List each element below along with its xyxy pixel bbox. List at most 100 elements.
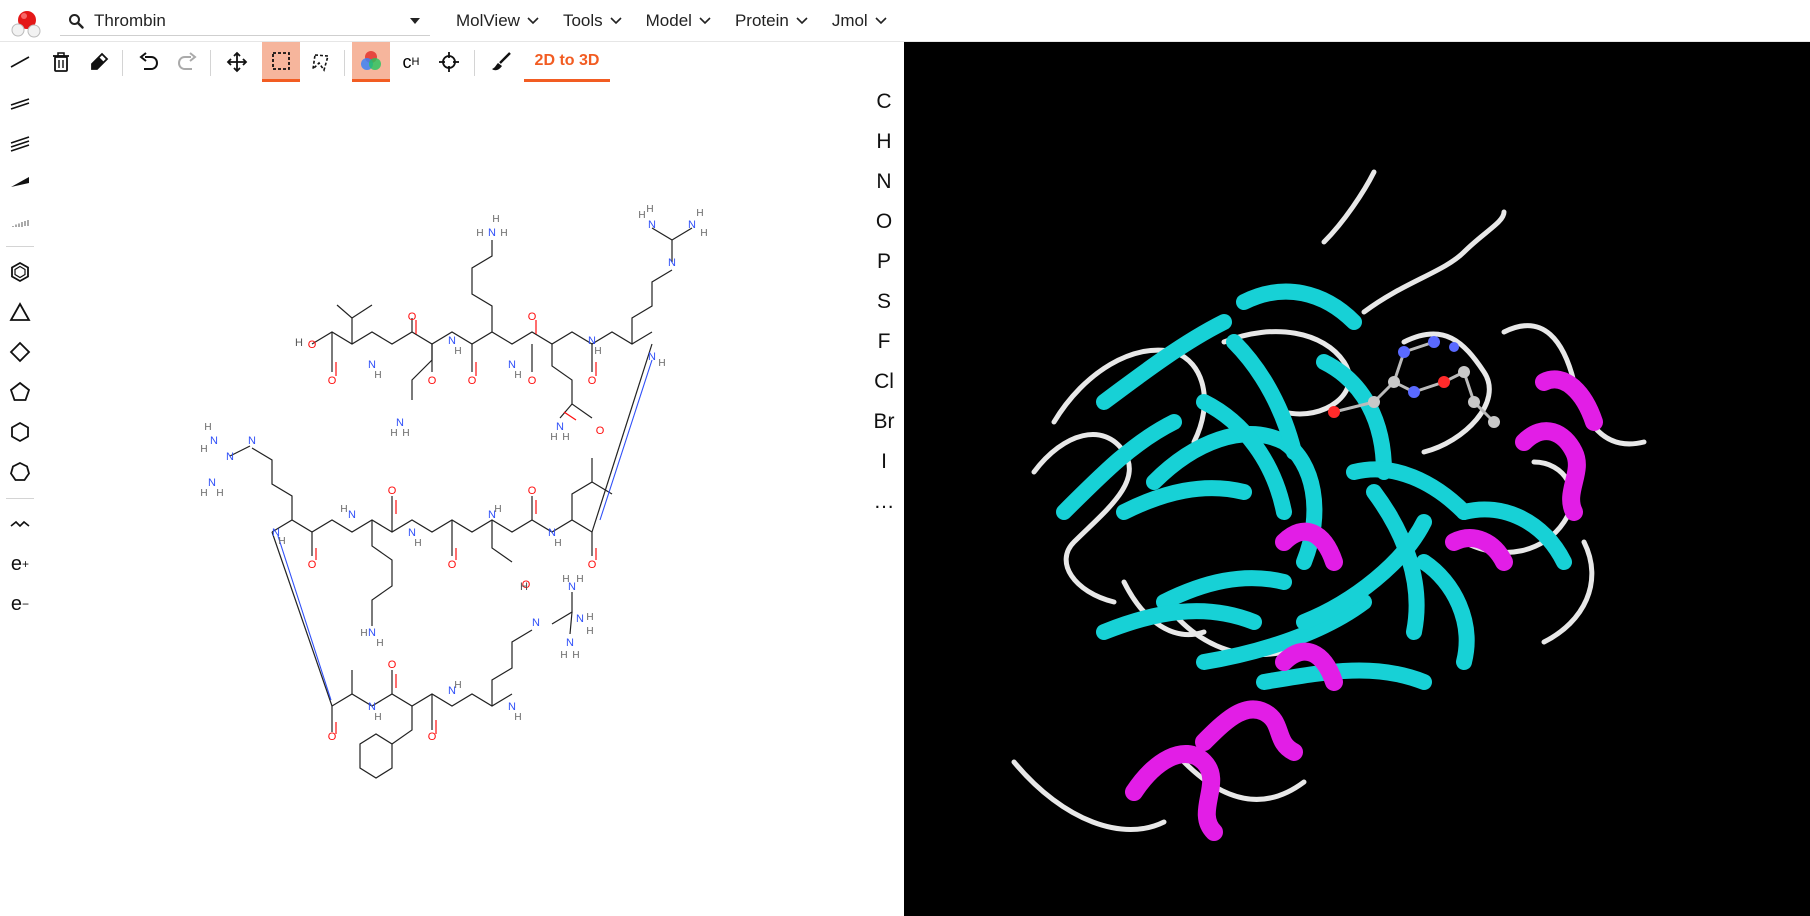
svg-text:N: N [348,509,356,521]
svg-text:N: N [210,435,218,447]
toolbar-divider [210,50,211,76]
sketcher-toolbar: cH 2D to 3D [42,42,902,84]
svg-text:N: N [648,219,656,231]
redo-icon[interactable] [168,42,206,82]
svg-text:H: H [454,680,461,691]
element-more[interactable]: … [866,484,902,520]
svg-text:H: H [646,204,653,215]
svg-text:H: H [594,346,601,357]
element-p[interactable]: P [866,244,902,280]
color-mode-icon[interactable] [352,42,390,82]
svg-text:N: N [566,637,574,649]
element-o[interactable]: O [866,204,902,240]
svg-text:O: O [528,375,537,387]
menu-label: MolView [456,11,520,30]
svg-text:H: H [494,504,501,515]
svg-text:H: H [658,358,665,369]
svg-text:H: H [500,228,507,239]
sketch-canvas[interactable]: OOOOOOOOOOOOOOOOOO HH NNNNNNNNNNNNNNNNNN… [0,84,866,916]
svg-text:N: N [226,451,234,463]
svg-text:N: N [576,613,584,625]
svg-text:O: O [588,375,597,387]
chevron-down-icon [527,17,539,25]
svg-text:N: N [668,257,676,269]
svg-text:H: H [576,574,583,585]
svg-text:H: H [700,228,707,239]
element-i[interactable]: I [866,444,902,480]
svg-text:H: H [550,432,557,443]
toolbar-divider [344,50,345,76]
element-h[interactable]: H [866,124,902,160]
svg-text:H: H [562,432,569,443]
hydrogen-icon[interactable]: cH [392,42,430,82]
svg-text:H: H [492,214,499,225]
convert-2d-to-3d-button[interactable]: 2D to 3D [524,42,610,82]
svg-text:H: H [454,346,461,357]
element-s[interactable]: S [866,284,902,320]
svg-text:H: H [390,428,397,439]
svg-text:H: H [414,538,421,549]
move-icon[interactable] [218,42,256,82]
svg-text:H: H [216,488,223,499]
svg-text:H: H [586,612,593,623]
svg-text:H: H [554,538,561,549]
element-n[interactable]: N [866,164,902,200]
svg-text:N: N [248,435,256,447]
molecule-logo-icon[interactable] [8,6,42,38]
menu-label: Protein [734,11,789,30]
toolbar-divider [122,50,123,76]
svg-text:O: O [528,311,537,323]
eraser-icon[interactable] [80,42,118,82]
peptide-structure: OOOO OOO OOOOOOOOOOO HH NNNNNNN NNN NNNNNNNN… [200,204,708,779]
svg-text:O: O [388,485,397,497]
svg-text:O: O [596,425,605,437]
menu-model[interactable]: Model [646,11,711,31]
menu-tools[interactable]: Tools [563,11,622,31]
svg-text:N: N [688,219,696,231]
svg-text:O: O [408,311,417,323]
menu-molview[interactable]: MolView [456,11,539,31]
chevron-down-icon [875,17,887,25]
trash-icon[interactable] [42,42,80,82]
center-icon[interactable] [430,42,468,82]
protein-3d-viewer[interactable] [904,42,1810,916]
svg-text:O: O [588,559,597,571]
hydrogen-sup: H [411,56,420,68]
svg-text:O: O [308,339,317,351]
svg-text:O: O [428,731,437,743]
svg-text:H: H [278,536,285,547]
svg-text:H: H [374,370,381,381]
hydrogen-label: c [402,51,412,72]
svg-text:O: O [308,559,317,571]
undo-icon[interactable] [130,42,168,82]
svg-text:H: H [200,488,207,499]
single-bond-icon[interactable] [4,46,36,78]
toolbar-divider [474,50,475,76]
molview-app: Thrombin MolView Tools Model Protein Jmo… [0,0,1810,916]
menu-protein[interactable]: Protein [735,11,808,31]
lasso-select-icon[interactable] [302,42,340,82]
menu-bar: MolView Tools Model Protein Jmol [440,0,911,42]
element-c[interactable]: C [866,84,902,120]
clean-icon[interactable] [482,42,520,82]
svg-text:N: N [648,351,656,363]
chevron-down-icon [610,17,622,25]
menu-label: Tools [562,11,603,30]
search-input[interactable]: Thrombin [94,11,408,31]
element-f[interactable]: F [866,324,902,360]
svg-text:O: O [448,559,457,571]
caret-down-icon[interactable] [408,16,422,26]
svg-text:N: N [488,227,496,239]
rect-select-icon[interactable] [262,42,300,82]
svg-text:H: H [520,581,528,593]
svg-text:O: O [468,375,477,387]
svg-text:H: H [586,626,593,637]
svg-text:N: N [208,477,216,489]
svg-text:H: H [560,650,567,661]
element-cl[interactable]: Cl [866,364,902,400]
svg-text:H: H [402,428,409,439]
search-bar[interactable]: Thrombin [60,6,430,36]
svg-text:H: H [638,210,645,221]
element-br[interactable]: Br [866,404,902,440]
menu-jmol[interactable]: Jmol [832,11,887,31]
